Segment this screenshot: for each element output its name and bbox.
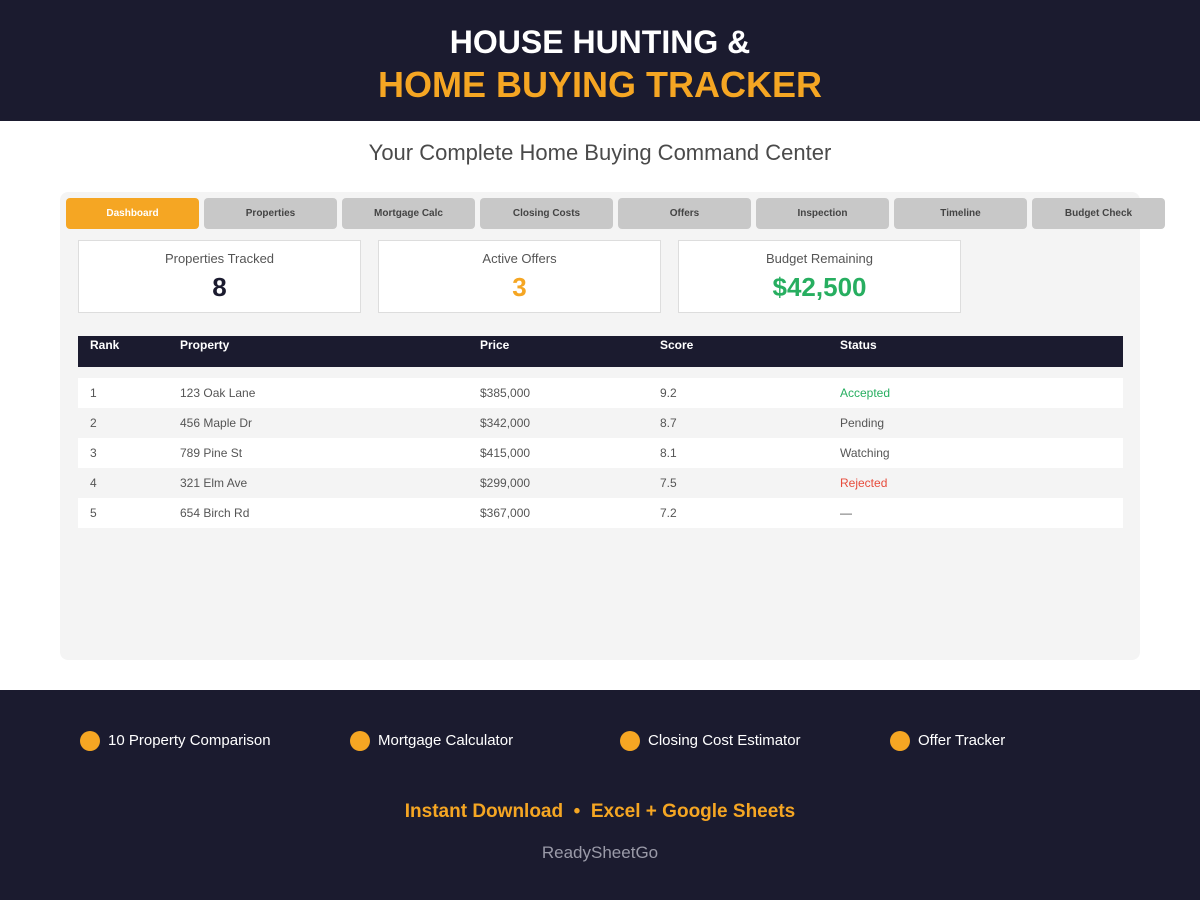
table-row[interactable]: 2 456 Maple Dr $342,000 8.7 Pending bbox=[78, 408, 1123, 438]
cell-rank: 2 bbox=[90, 416, 97, 430]
table-row[interactable]: 5 654 Birch Rd $367,000 7.2 — bbox=[78, 498, 1123, 528]
cell-score: 8.1 bbox=[660, 446, 677, 460]
tab-closing-costs[interactable]: Closing Costs bbox=[480, 198, 613, 229]
cell-status: Accepted bbox=[840, 386, 891, 400]
cell-score: 7.5 bbox=[660, 476, 677, 490]
footer-banner: 10 Property Comparison Mortgage Calculat… bbox=[0, 690, 1200, 900]
table-header: Rank Property Price Score Status bbox=[78, 336, 1123, 367]
cell-property: 123 Oak Lane bbox=[180, 386, 256, 400]
title-line-1: HOUSE HUNTING & bbox=[449, 24, 751, 60]
brand-name: ReadySheetGo bbox=[541, 843, 659, 862]
feature-label: 10 Property Comparison bbox=[108, 732, 271, 749]
stat-card-properties-tracked: Properties Tracked 8 bbox=[78, 240, 361, 313]
tab-bar: Dashboard Properties Mortgage Calc Closi… bbox=[66, 198, 1166, 229]
feature-label: Closing Cost Estimator bbox=[648, 732, 801, 749]
download-cta: Instant Download • Excel + Google Sheets bbox=[404, 801, 796, 822]
column-header-status[interactable]: Status bbox=[840, 338, 877, 352]
page-subtitle: Your Complete Home Buying Command Center bbox=[368, 140, 832, 165]
title-line-2: HOME BUYING TRACKER bbox=[377, 64, 822, 105]
cell-status: Watching bbox=[840, 446, 890, 460]
cell-score: 9.2 bbox=[660, 386, 677, 400]
feature-label: Mortgage Calculator bbox=[378, 732, 514, 749]
cell-price: $299,000 bbox=[480, 476, 531, 490]
tab-mortgage-calc[interactable]: Mortgage Calc bbox=[342, 198, 475, 229]
stat-label: Active Offers bbox=[482, 251, 557, 266]
cell-score: 7.2 bbox=[660, 506, 677, 520]
cell-rank: 5 bbox=[90, 506, 97, 520]
feature-label: Offer Tracker bbox=[918, 732, 1006, 749]
bullet-dot-icon bbox=[620, 731, 640, 751]
column-header-rank[interactable]: Rank bbox=[90, 338, 119, 352]
tab-timeline[interactable]: Timeline bbox=[894, 198, 1027, 229]
stat-label: Properties Tracked bbox=[164, 251, 275, 266]
header-banner: HOUSE HUNTING & HOME BUYING TRACKER bbox=[0, 0, 1200, 121]
bullet-dot-icon bbox=[350, 731, 370, 751]
stat-card-budget-remaining: Budget Remaining $42,500 bbox=[678, 240, 961, 313]
bullet-dot-icon bbox=[890, 731, 910, 751]
stat-label: Budget Remaining bbox=[766, 251, 873, 266]
cell-property: 789 Pine St bbox=[180, 446, 243, 460]
cell-property: 456 Maple Dr bbox=[180, 416, 253, 430]
tab-dashboard[interactable]: Dashboard bbox=[66, 198, 199, 229]
table-row[interactable]: 3 789 Pine St $415,000 8.1 Watching bbox=[78, 438, 1123, 468]
cell-status: — bbox=[840, 506, 852, 520]
cell-status: Rejected bbox=[840, 476, 888, 490]
cell-rank: 1 bbox=[90, 386, 97, 400]
stat-value: 3 bbox=[512, 272, 527, 302]
bullet-dot-icon bbox=[80, 731, 100, 751]
cell-price: $367,000 bbox=[480, 506, 531, 520]
cell-property: 321 Elm Ave bbox=[180, 476, 248, 490]
stat-value: 8 bbox=[212, 272, 227, 302]
cell-price: $385,000 bbox=[480, 386, 531, 400]
column-header-price[interactable]: Price bbox=[480, 338, 509, 352]
cell-property: 654 Birch Rd bbox=[180, 506, 250, 520]
tab-properties[interactable]: Properties bbox=[204, 198, 337, 229]
cell-score: 8.7 bbox=[660, 416, 677, 430]
tab-budget-check[interactable]: Budget Check bbox=[1032, 198, 1165, 229]
cell-status: Pending bbox=[840, 416, 885, 430]
cell-price: $342,000 bbox=[480, 416, 531, 430]
cell-rank: 3 bbox=[90, 446, 97, 460]
table-row[interactable]: 4 321 Elm Ave $299,000 7.5 Rejected bbox=[78, 468, 1123, 498]
column-header-property[interactable]: Property bbox=[180, 338, 229, 352]
cell-price: $415,000 bbox=[480, 446, 531, 460]
tab-offers[interactable]: Offers bbox=[618, 198, 751, 229]
stat-card-active-offers: Active Offers 3 bbox=[378, 240, 661, 313]
stat-value: $42,500 bbox=[772, 272, 867, 302]
column-header-score[interactable]: Score bbox=[660, 338, 693, 352]
tab-inspection[interactable]: Inspection bbox=[756, 198, 889, 229]
cell-rank: 4 bbox=[90, 476, 97, 490]
table-row[interactable]: 1 123 Oak Lane $385,000 9.2 Accepted bbox=[78, 378, 1123, 408]
